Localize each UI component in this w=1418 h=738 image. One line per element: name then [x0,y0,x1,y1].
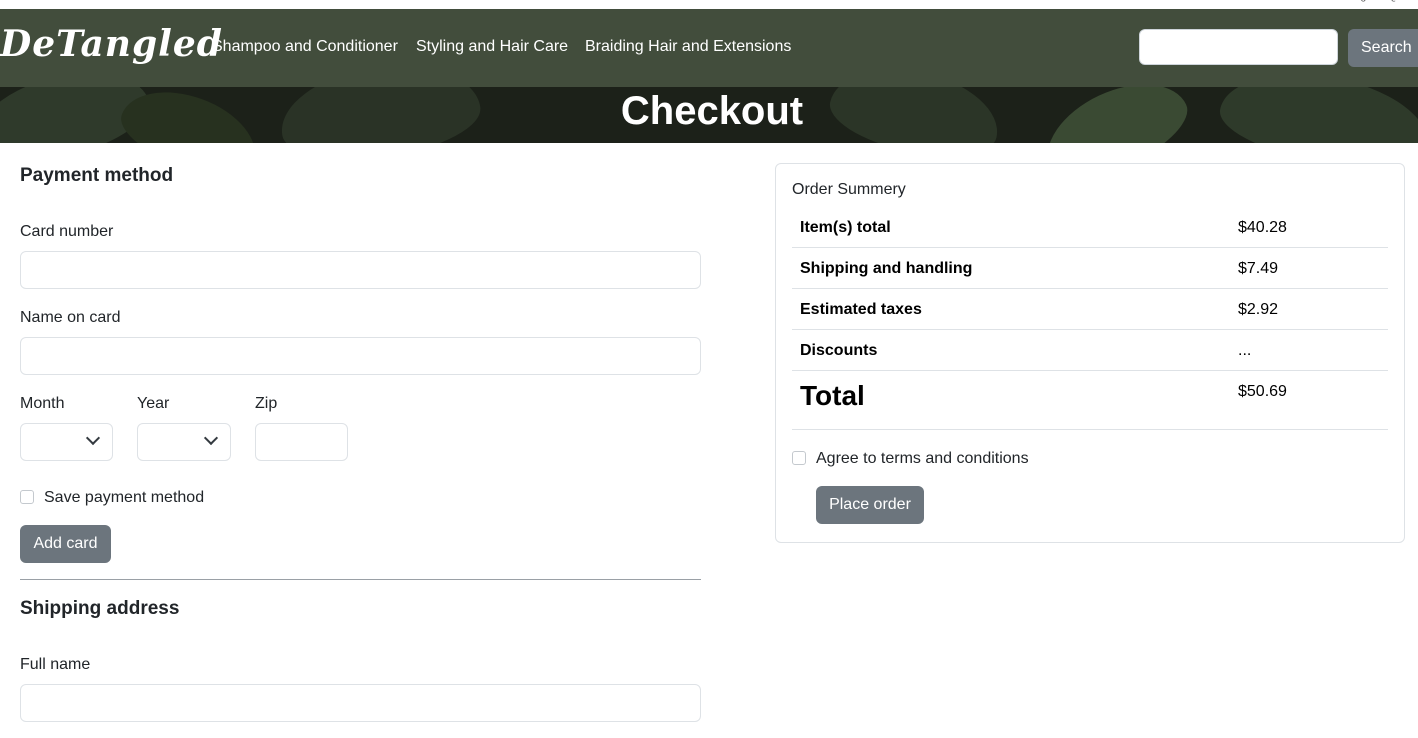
section-divider [20,579,701,580]
brand-logo[interactable]: DeTangled [0,23,223,65]
save-payment-label: Save payment method [44,489,205,506]
nav-link-styling[interactable]: Styling and Hair Care [416,38,568,56]
search-button[interactable]: Search [1348,29,1418,67]
nav-link-shampoo[interactable]: Shampoo and Conditioner [212,38,398,56]
name-on-card-label: Name on card [20,309,121,326]
total-value: $50.69 [1238,383,1287,400]
search-input[interactable] [1139,29,1338,65]
shipping-address-heading: Shipping address [20,598,180,619]
order-summary-title: Order Summery [792,181,906,198]
navbar: DeTangled Shampoo and Conditioner Stylin… [0,9,1418,87]
summary-row-label: Item(s) total [800,219,891,236]
full-name-input[interactable] [20,684,701,722]
row-divider [792,429,1388,430]
row-divider [792,329,1388,330]
zip-label: Zip [255,395,278,412]
order-summary-card: Order Summery Item(s) total $40.28 Shipp… [775,163,1405,543]
payment-method-heading: Payment method [20,165,174,186]
chevron-down-icon [85,430,101,446]
summary-row-label: Shipping and handling [800,260,973,277]
row-divider [792,288,1388,289]
summary-row-value: ... [1238,342,1252,359]
row-divider [792,370,1388,371]
add-card-button[interactable]: Add card [20,525,111,563]
top-strip [0,0,1418,9]
nav-link-braiding[interactable]: Braiding Hair and Extensions [585,38,791,56]
year-select[interactable] [137,423,231,461]
place-order-button[interactable]: Place order [816,486,924,524]
summary-row-value: $7.49 [1238,260,1279,277]
card-number-label: Card number [20,223,114,240]
row-divider [792,247,1388,248]
page-title: Checkout [620,89,804,133]
year-label: Year [137,395,170,412]
full-name-label: Full name [20,656,91,673]
summary-row-label: Estimated taxes [800,301,922,318]
chevron-down-icon [203,430,219,446]
card-number-input[interactable] [20,251,701,289]
month-select[interactable] [20,423,113,461]
summary-row-value: $2.92 [1238,301,1279,318]
terms-label: Agree to terms and conditions [816,450,1029,467]
name-on-card-input[interactable] [20,337,701,375]
summary-row-label: Discounts [800,342,878,359]
zip-input[interactable] [255,423,348,461]
terms-checkbox[interactable] [792,451,806,465]
summary-row-value: $40.28 [1238,219,1287,236]
save-payment-checkbox[interactable] [20,490,34,504]
month-label: Month [20,395,65,412]
total-label: Total [800,380,865,411]
hero-banner: Checkout [0,87,1418,143]
